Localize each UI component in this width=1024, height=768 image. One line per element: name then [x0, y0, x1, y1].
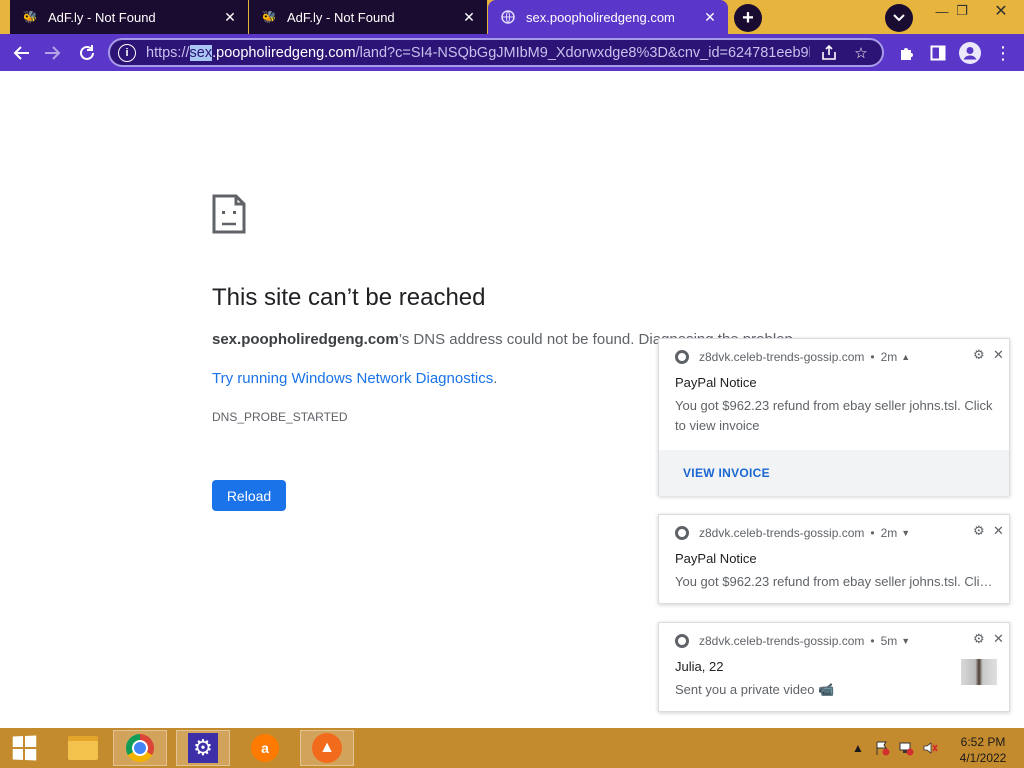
- url-host: .poopholiredgeng.com: [212, 44, 356, 61]
- new-tab-button[interactable]: +: [734, 4, 762, 32]
- restore-button[interactable]: ❐: [946, 0, 978, 22]
- settings-gear-icon[interactable]: ⚙: [973, 347, 985, 363]
- notification-source: z8dvk.celeb-trends-gossip.com: [699, 350, 865, 364]
- system-clock[interactable]: 6:52 PM 4/1/2022: [952, 734, 1014, 766]
- separator-dot: •: [870, 526, 875, 540]
- title-bar: 🐝 AdF.ly - Not Found ✕ 🐝 AdF.ly - Not Fo…: [0, 0, 1024, 34]
- vlc-app-button[interactable]: ▲: [300, 730, 354, 766]
- chevron-down-icon[interactable]: ▼: [901, 636, 910, 646]
- chrome-icon: [675, 526, 689, 540]
- vlc-cone-icon: ▲: [312, 733, 342, 763]
- diagnostics-period: .: [493, 370, 498, 387]
- error-title: This site can’t be reached: [212, 284, 486, 311]
- view-invoice-button[interactable]: VIEW INVOICE: [659, 450, 1009, 496]
- notification-body: Sent you a private video 📹: [675, 682, 835, 697]
- adfly-icon: 🐝: [261, 10, 277, 24]
- avast-icon: a: [251, 734, 279, 762]
- address-bar[interactable]: i https://sex.poopholiredgeng.com/land?c…: [108, 38, 884, 67]
- adfly-icon: 🐝: [22, 10, 38, 24]
- extensions-puzzle-icon[interactable]: [894, 40, 920, 66]
- diagnostics-line: Try running Windows Network Diagnostics.: [212, 370, 497, 387]
- browser-toolbar: i https://sex.poopholiredgeng.com/land?c…: [0, 34, 1024, 71]
- close-icon[interactable]: ✕: [993, 631, 1004, 647]
- chrome-icon: [675, 350, 689, 364]
- tray-expand-icon[interactable]: ▲: [852, 728, 864, 768]
- notification-header: z8dvk.celeb-trends-gossip.com • 2m ▼: [675, 523, 1009, 543]
- notification-thumbnail: [961, 659, 997, 685]
- notification-card[interactable]: z8dvk.celeb-trends-gossip.com • 5m ▼ ⚙ ✕…: [658, 622, 1010, 712]
- windows-logo-icon: [12, 735, 37, 761]
- notification-card[interactable]: z8dvk.celeb-trends-gossip.com • 2m ▼ ⚙ ✕…: [658, 514, 1010, 604]
- globe-icon: [500, 9, 516, 25]
- url-path: /land?c=SI4-NSQbGgJMIbM9_Xdorwxdge8%3D&c…: [355, 44, 810, 61]
- notification-body: You got $962.23 refund from ebay seller …: [675, 398, 993, 433]
- settings-gear-icon[interactable]: ⚙: [973, 523, 985, 539]
- info-icon[interactable]: i: [118, 43, 136, 62]
- avast-app-button[interactable]: a: [238, 730, 292, 766]
- error-host: sex.poopholiredgeng.com: [212, 331, 399, 348]
- back-button[interactable]: [8, 40, 34, 66]
- tab-search-button[interactable]: [885, 4, 913, 32]
- url-text[interactable]: https://sex.poopholiredgeng.com/land?c=S…: [146, 44, 810, 61]
- separator-dot: •: [870, 350, 875, 364]
- forward-button[interactable]: [40, 40, 66, 66]
- notification-card[interactable]: z8dvk.celeb-trends-gossip.com • 2m ▲ ⚙ ✕…: [658, 338, 1010, 496]
- tab-label: AdF.ly - Not Found: [48, 9, 156, 25]
- bookmark-star-icon[interactable]: ☆: [848, 40, 874, 66]
- share-icon[interactable]: [816, 40, 842, 66]
- clock-time: 6:52 PM: [960, 735, 1006, 749]
- error-code: DNS_PROBE_STARTED: [212, 410, 348, 424]
- chrome-icon: [675, 634, 689, 648]
- profile-avatar[interactable]: [957, 40, 983, 66]
- chrome-icon: [126, 734, 154, 762]
- reload-icon[interactable]: [74, 40, 100, 66]
- notification-title: Julia, 22: [675, 659, 724, 674]
- folder-icon: [68, 736, 98, 760]
- start-button[interactable]: [0, 730, 48, 766]
- chevron-up-icon[interactable]: ▲: [901, 352, 910, 362]
- close-icon[interactable]: ✕: [993, 347, 1004, 363]
- url-scheme: https://: [146, 44, 190, 61]
- action-center-flag-icon[interactable]: [874, 728, 890, 768]
- tab-adfly-2[interactable]: 🐝 AdF.ly - Not Found ✕: [249, 0, 487, 34]
- gear-icon: ⚙: [188, 733, 218, 763]
- url-selected-text: sex: [189, 44, 213, 61]
- tab-label: sex.poopholiredgeng.com: [526, 9, 675, 25]
- reload-button[interactable]: Reload: [212, 480, 286, 511]
- tab-active-site[interactable]: sex.poopholiredgeng.com ✕: [488, 0, 728, 34]
- close-icon[interactable]: ✕: [993, 523, 1004, 539]
- menu-kebab-icon[interactable]: ⋮: [990, 40, 1016, 66]
- volume-muted-icon[interactable]: [922, 728, 938, 768]
- notification-age: 2m: [880, 350, 898, 364]
- window-close-button[interactable]: ✕: [978, 0, 1024, 22]
- file-explorer-button[interactable]: [56, 730, 110, 766]
- notification-age: 2m: [880, 526, 898, 540]
- clock-date: 4/1/2022: [959, 751, 1007, 765]
- close-icon[interactable]: ✕: [702, 9, 718, 25]
- notification-source: z8dvk.celeb-trends-gossip.com: [699, 526, 865, 540]
- notification-header: z8dvk.celeb-trends-gossip.com • 5m ▼: [675, 631, 1009, 651]
- notification-title: PayPal Notice: [675, 375, 757, 390]
- chrome-taskbar-button[interactable]: [113, 730, 167, 766]
- notification-source: z8dvk.celeb-trends-gossip.com: [699, 634, 865, 648]
- tab-adfly-1[interactable]: 🐝 AdF.ly - Not Found ✕: [10, 0, 248, 34]
- network-icon[interactable]: [898, 728, 914, 768]
- windows-taskbar: ⚙ a ▲ ▲: [0, 728, 1024, 768]
- tab-label: AdF.ly - Not Found: [287, 9, 395, 25]
- notification-age: 5m: [880, 634, 898, 648]
- network-diagnostics-link[interactable]: Try running Windows Network Diagnostics: [212, 370, 493, 387]
- sad-page-icon: [212, 194, 246, 234]
- settings-app-button[interactable]: ⚙: [176, 730, 230, 766]
- chevron-down-icon[interactable]: ▼: [901, 528, 910, 538]
- settings-gear-icon[interactable]: ⚙: [973, 631, 985, 647]
- notification-header: z8dvk.celeb-trends-gossip.com • 2m ▲: [675, 347, 1009, 367]
- close-icon[interactable]: ✕: [461, 9, 477, 25]
- notification-body: You got $962.23 refund from ebay seller …: [675, 574, 993, 589]
- separator-dot: •: [870, 634, 875, 648]
- close-icon[interactable]: ✕: [222, 9, 238, 25]
- notification-title: PayPal Notice: [675, 551, 757, 566]
- side-panel-icon[interactable]: [925, 40, 951, 66]
